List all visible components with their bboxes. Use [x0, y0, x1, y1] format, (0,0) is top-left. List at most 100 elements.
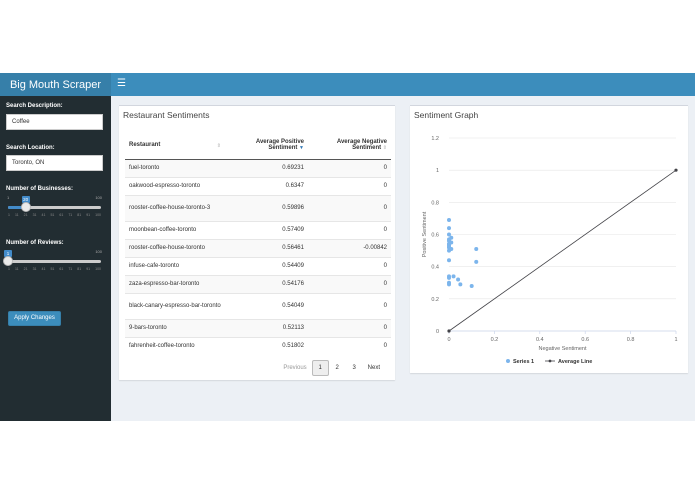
slider-tick-label: 51: [50, 267, 55, 271]
x-tick-label: 0.8: [627, 337, 635, 343]
negative-sentiment-cell: 0: [308, 292, 391, 319]
positive-sentiment-cell: 0.59896: [225, 194, 308, 221]
restaurant-sentiments-panel: Restaurant Sentiments Restaurant ⇕ Avera…: [119, 105, 395, 380]
scatter-point[interactable]: [447, 226, 451, 231]
scatter-point[interactable]: [447, 275, 451, 280]
legend-series-1-label: Series 1: [513, 359, 534, 365]
slider-tick-label: 41: [41, 213, 46, 217]
slider-tick-label: 31: [32, 213, 37, 217]
app-title[interactable]: Big Mouth Scraper: [0, 73, 111, 96]
legend-average-line-label: Average Line: [558, 359, 592, 365]
negative-sentiment-cell: 0: [308, 176, 391, 195]
legend-series-1-marker: [506, 359, 510, 363]
table-row[interactable]: oakwood-espresso-toronto 0.6347 0: [125, 176, 391, 195]
sentiment-graph-panel: Sentiment Graph 0 0.2 0.4 0.6 0.8 1 1.2 0 0.2 0.4…: [410, 105, 688, 373]
table-row[interactable]: rooster-coffee-house-toronto 0.56461 -0.00…: [125, 238, 391, 257]
scatter-point[interactable]: [447, 258, 451, 263]
negative-sentiment-cell: -0.00842: [308, 238, 391, 257]
hamburger-icon[interactable]: ☰: [117, 79, 127, 89]
x-tick-label: 0.4: [536, 337, 544, 343]
slider-tick-label: 1: [8, 213, 10, 217]
restaurant-cell: 9-bars-toronto: [125, 318, 225, 337]
scatter-point[interactable]: [449, 235, 454, 240]
sort-icon: ⇕: [382, 145, 387, 152]
negative-sentiment-cell: 0: [308, 194, 391, 221]
slider-tick-label: 100: [95, 267, 101, 271]
positive-sentiment-cell: 0.56461: [225, 238, 308, 257]
search-location-input[interactable]: Toronto, ON: [6, 155, 103, 171]
column-header-positive[interactable]: Average Positive Sentiment ▼: [225, 132, 308, 160]
slider-tick-label: 1: [8, 267, 10, 271]
negative-sentiment-cell: 0: [308, 336, 391, 355]
column-header-restaurant[interactable]: Restaurant ⇕: [125, 132, 225, 160]
table-body: fuel-toronto 0.69231 0 oakwood-espresso-tor…: [125, 158, 391, 355]
slider-tick-label: 81: [77, 213, 82, 217]
scatter-point[interactable]: [449, 246, 454, 251]
pagination-page-1[interactable]: 1: [311, 359, 329, 376]
y-tick-label: 0.4: [431, 265, 439, 271]
negative-sentiment-cell: 0: [308, 220, 391, 239]
slider-tick-label: 61: [59, 213, 64, 217]
slider-tick-label: 21: [23, 267, 28, 271]
pagination-page-2[interactable]: 2: [329, 360, 346, 376]
top-navbar: ☰: [111, 73, 695, 96]
scatter-point[interactable]: [449, 240, 454, 245]
positive-sentiment-cell: 0.54176: [225, 274, 308, 293]
slider-max-label: 100: [95, 195, 102, 200]
restaurant-cell: oakwood-espresso-toronto: [125, 176, 225, 195]
scatter-point[interactable]: [447, 282, 451, 287]
slider-tick-label: 100: [95, 213, 101, 217]
table-row[interactable]: rooster-coffee-house-toronto-3 0.59896 0: [125, 194, 391, 221]
positive-sentiment-cell: 0.57409: [225, 220, 308, 239]
restaurant-cell: black-canary-espresso-bar-toronto: [125, 292, 225, 319]
negative-sentiment-cell: 0: [308, 274, 391, 293]
app-window: Big Mouth Scraper ☰ Search Description: …: [0, 73, 695, 421]
num-businesses-slider[interactable]: 1 100 20 1 11 21 31 41 51 61 71 81 91 100: [6, 195, 103, 217]
x-tick-label: 0.2: [491, 337, 499, 343]
scatter-point[interactable]: [456, 277, 461, 282]
positive-sentiment-cell: 0.51802: [225, 336, 308, 355]
search-description-input[interactable]: Coffee: [6, 114, 103, 130]
table-row[interactable]: moonbean-coffee-toronto 0.57409 0: [125, 220, 391, 239]
slider-tick-label: 91: [86, 267, 91, 271]
search-description-label: Search Description:: [6, 103, 63, 109]
column-header-label: Average Positive Sentiment: [255, 139, 304, 152]
num-reviews-slider[interactable]: 1 100 1 1112131415161718191100: [3, 249, 103, 271]
table-row[interactable]: infuse-cafe-toronto 0.54409 0: [125, 256, 391, 275]
scatter-point[interactable]: [458, 282, 463, 287]
panel-title: Restaurant Sentiments: [123, 110, 210, 120]
restaurant-cell: rooster-coffee-house-toronto: [125, 238, 225, 257]
column-header-label: Average Negative Sentiment: [336, 139, 387, 152]
positive-sentiment-cell: 0.54049: [225, 292, 308, 319]
table-row[interactable]: zaza-espresso-bar-toronto 0.54176 0: [125, 274, 391, 293]
pagination-next[interactable]: Next: [363, 360, 385, 376]
scatter-point[interactable]: [469, 283, 474, 288]
pagination-previous[interactable]: Previous: [278, 360, 311, 376]
restaurant-cell: infuse-cafe-toronto: [125, 256, 225, 275]
table-row[interactable]: 9-bars-toronto 0.52113 0: [125, 318, 391, 337]
column-header-negative[interactable]: Average Negative Sentiment ⇕: [308, 132, 391, 160]
positive-sentiment-cell: 0.6347: [225, 176, 308, 195]
sidebar: Search Description: Coffee Search Locati…: [0, 96, 111, 421]
scatter-point[interactable]: [447, 218, 451, 223]
slider-track[interactable]: [8, 260, 101, 263]
y-tick-label: 0: [436, 329, 439, 335]
scatter-point[interactable]: [447, 232, 451, 237]
y-axis-title: Positive Sentiment: [422, 211, 428, 257]
slider-tick-label: 11: [14, 267, 19, 271]
apply-changes-button[interactable]: Apply Changes: [8, 311, 61, 326]
sort-desc-icon: ▼: [299, 145, 304, 152]
table-row[interactable]: black-canary-espresso-bar-toronto 0.54049…: [125, 292, 391, 319]
scatter-point[interactable]: [451, 274, 456, 279]
pagination-page-3[interactable]: 3: [346, 360, 363, 376]
scatter-point[interactable]: [474, 259, 479, 264]
scatter-point[interactable]: [474, 246, 479, 251]
restaurant-cell: fuel-toronto: [125, 158, 225, 177]
slider-handle[interactable]: [3, 256, 13, 266]
slider-handle[interactable]: [20, 202, 31, 212]
num-businesses-label: Number of Businesses:: [6, 186, 74, 192]
slider-tick-label: 51: [50, 213, 55, 217]
table-row[interactable]: fuel-toronto 0.69231 0: [125, 158, 391, 177]
table-row[interactable]: fahrenheit-coffee-toronto 0.51802 0: [125, 336, 391, 355]
legend-average-line-marker: [548, 359, 552, 363]
